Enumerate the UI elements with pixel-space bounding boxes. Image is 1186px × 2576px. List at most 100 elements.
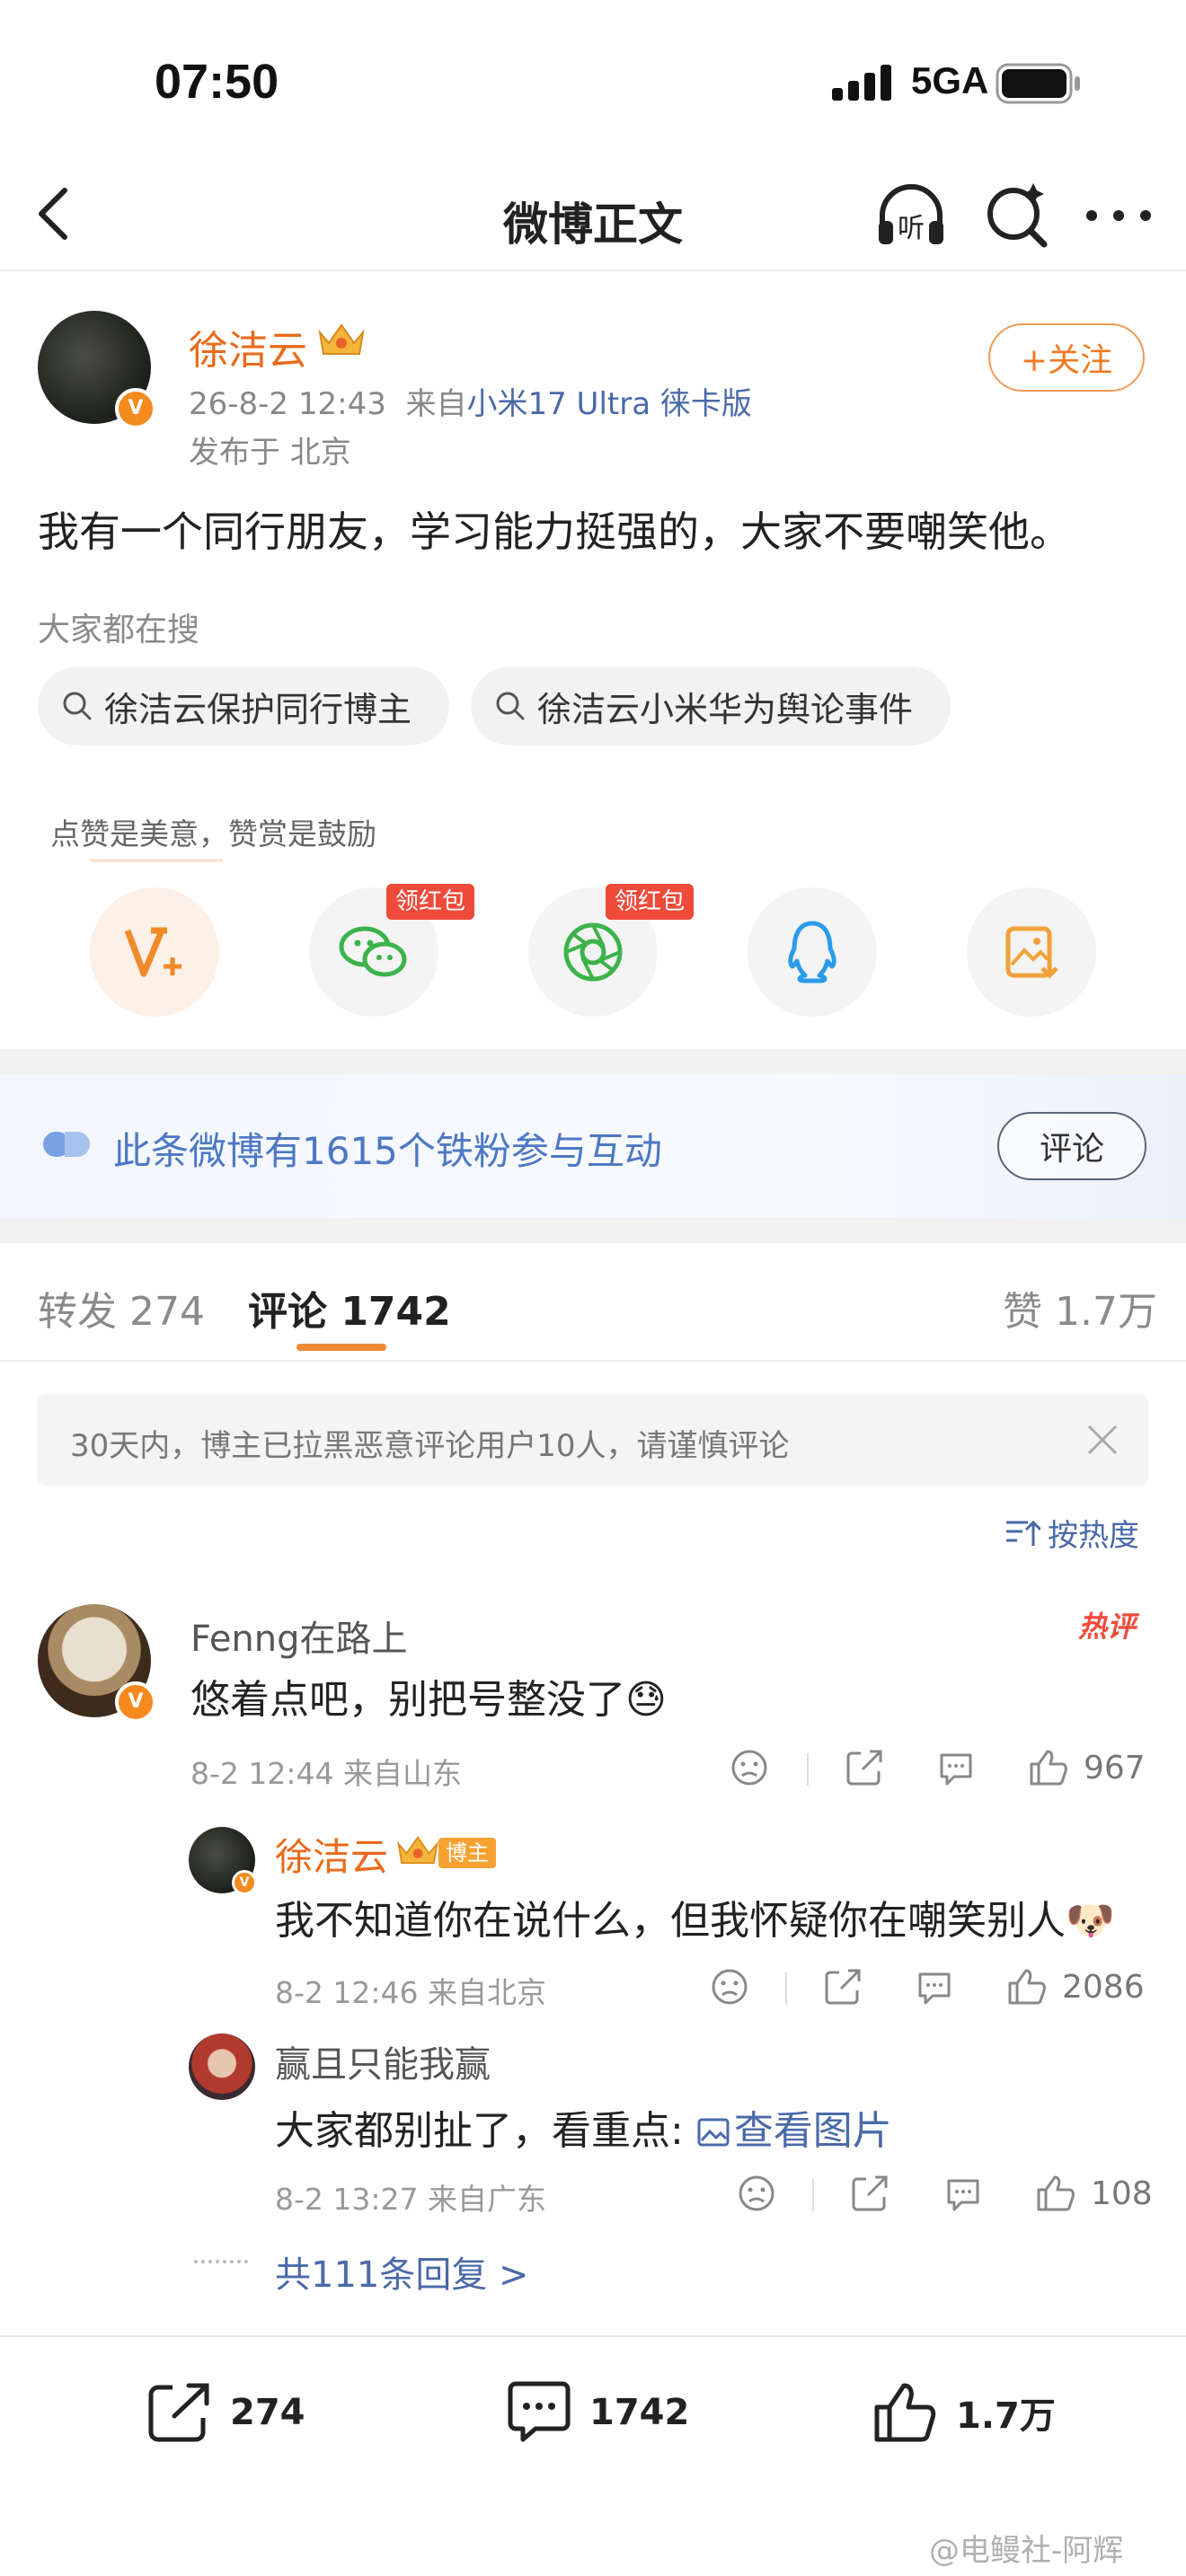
commenter-avatar[interactable]: V: [38, 1604, 156, 1723]
bottom-like-button[interactable]: 1.7万: [872, 2380, 1056, 2445]
tab-comment[interactable]: 评论 1742: [248, 1279, 451, 1337]
bottom-comment-button[interactable]: 1742: [505, 2380, 689, 2445]
follow-button[interactable]: +关注: [988, 323, 1145, 392]
battery-icon: [996, 63, 1082, 108]
post-source-link[interactable]: 小米17 Ultra 徕卡版: [466, 386, 751, 422]
post-source-prefix: 来自: [405, 386, 467, 422]
sort-icon: [1006, 1520, 1040, 1546]
fan-icon: [41, 1128, 90, 1164]
dislike-button[interactable]: [710, 1967, 749, 2007]
reply-author-name[interactable]: 徐洁云: [275, 1827, 388, 1882]
share-arrow-icon: [846, 1750, 882, 1786]
svg-text:听: 听: [898, 213, 925, 244]
fan-comment-button[interactable]: 评论: [997, 1112, 1146, 1180]
trending-search-chip[interactable]: 徐洁云小米华为舆论事件: [471, 666, 951, 745]
signal-icon: [832, 65, 897, 104]
fan-banner-text: 此条微博有1615个铁粉参与互动: [113, 1129, 662, 1173]
comment-bubble-icon: [508, 2381, 571, 2442]
moments-aperture-icon: [563, 922, 623, 982]
post-location: 发布于 北京: [189, 435, 351, 471]
reply-avatar[interactable]: V: [189, 1827, 257, 1895]
share-arrow-icon: [148, 2383, 209, 2442]
search-icon: [987, 183, 1048, 248]
share-qq-button[interactable]: [748, 887, 877, 1017]
like-button[interactable]: 108: [1035, 2174, 1153, 2213]
search-icon: [63, 692, 92, 720]
reward-tip-pointer: [90, 859, 223, 862]
bottom-action-bar: 274 1742 1.7万: [0, 2335, 1186, 2488]
sort-button[interactable]: 按热度: [1005, 1511, 1139, 1555]
more-dots-icon: [1086, 210, 1151, 221]
reply-button[interactable]: [915, 1967, 954, 2007]
author-avatar[interactable]: V: [38, 311, 156, 429]
interaction-tabs: 转发 274 评论 1742 赞 1.7万: [0, 1243, 1186, 1362]
verified-badge: V: [115, 1681, 156, 1723]
post-time: 26-8-2 12:43: [189, 386, 386, 422]
divider: [807, 1753, 809, 1786]
thumbs-up-icon: [1037, 2175, 1075, 2211]
more-button[interactable]: [1078, 178, 1159, 253]
tab-like[interactable]: 赞 1.7万: [1003, 1279, 1157, 1337]
reply-button[interactable]: [936, 1748, 976, 1787]
search-icon: [496, 692, 525, 720]
share-arrow-icon: [852, 2175, 888, 2211]
comment-text: 悠着点吧，别把号整没了😓: [190, 1677, 667, 1723]
status-time: 07:50: [155, 55, 279, 109]
post-content: 我有一个同行朋友，学习能力挺强的，大家不要嘲笑他。: [38, 507, 1071, 556]
repost-button[interactable]: [850, 2174, 890, 2213]
frown-face-icon: [731, 1750, 767, 1786]
headphones-icon: 听: [879, 184, 943, 244]
section-divider: [0, 1049, 1186, 1074]
comment-bubble-icon: [947, 2179, 979, 2211]
red-packet-tag: 领红包: [386, 884, 475, 920]
save-image-button[interactable]: [967, 887, 1096, 1017]
reply-meta: 8-2 13:27 来自广东: [275, 2182, 546, 2217]
section-divider: [0, 1218, 1186, 1243]
repost-button[interactable]: [845, 1748, 884, 1787]
fan-banner[interactable]: 此条微博有1615个铁粉参与互动 评论: [0, 1074, 1186, 1218]
qq-penguin-icon: [788, 921, 836, 984]
crown-icon: [316, 320, 367, 363]
reply-button[interactable]: [943, 2174, 983, 2213]
reward-v-icon: [124, 927, 181, 977]
thumbs-up-icon: [874, 2383, 936, 2442]
replies-dots: [194, 2260, 248, 2267]
back-button[interactable]: [25, 181, 83, 246]
author-name[interactable]: 徐洁云: [189, 318, 307, 375]
like-button[interactable]: 2086: [1006, 1967, 1145, 2007]
frown-face-icon: [739, 2175, 774, 2211]
host-badge: 博主: [438, 1838, 496, 1868]
crown-icon: [395, 1832, 440, 1872]
reward-button[interactable]: [90, 887, 219, 1017]
notice-text: 30天内，博主已拉黑恶意评论用户10人，请谨慎评论: [70, 1428, 790, 1464]
image-icon: [697, 2118, 730, 2147]
reply-text: 我不知道你在说什么，但我怀疑你在嘲笑别人🐶: [275, 1898, 1115, 1944]
hot-comment-badge: 热评: [1078, 1610, 1137, 1644]
post-time-line: 26-8-2 12:43 来自小米17 Ultra 徕卡版: [189, 379, 752, 423]
active-tab-indicator: [296, 1344, 386, 1351]
close-button[interactable]: [1082, 1419, 1123, 1460]
red-packet-tag: 领红包: [606, 884, 695, 920]
chevron-left-icon: [39, 188, 67, 240]
bottom-repost-button[interactable]: 274: [146, 2380, 305, 2445]
listen-button[interactable]: 听: [873, 178, 949, 253]
thumbs-up-icon: [1008, 1969, 1046, 2005]
reply-avatar[interactable]: [189, 2033, 255, 2100]
thumbs-up-icon: [1030, 1750, 1067, 1786]
verified-badge: V: [115, 388, 156, 429]
reply-meta: 8-2 12:46 来自北京: [275, 1975, 546, 2010]
comment-bubble-icon: [918, 1972, 951, 2005]
repost-button[interactable]: [823, 1967, 863, 2007]
view-image-link[interactable]: 查看图片: [696, 2108, 892, 2154]
like-button[interactable]: 967: [1028, 1748, 1146, 1787]
trending-search-chip[interactable]: 徐洁云保护同行博主: [38, 666, 449, 745]
dislike-button[interactable]: [737, 2174, 776, 2213]
dislike-button[interactable]: [730, 1748, 769, 1787]
commenter-name[interactable]: Fenng在路上: [190, 1610, 408, 1662]
watermark: @电鳗社-阿辉: [929, 2533, 1124, 2569]
view-more-replies-link[interactable]: 共111条回复 >: [275, 2245, 529, 2298]
reply-author-name[interactable]: 赢且只能我赢: [275, 2035, 491, 2087]
wechat-icon: [339, 926, 407, 977]
search-button[interactable]: [979, 178, 1055, 253]
tab-repost[interactable]: 转发 274: [38, 1279, 205, 1337]
